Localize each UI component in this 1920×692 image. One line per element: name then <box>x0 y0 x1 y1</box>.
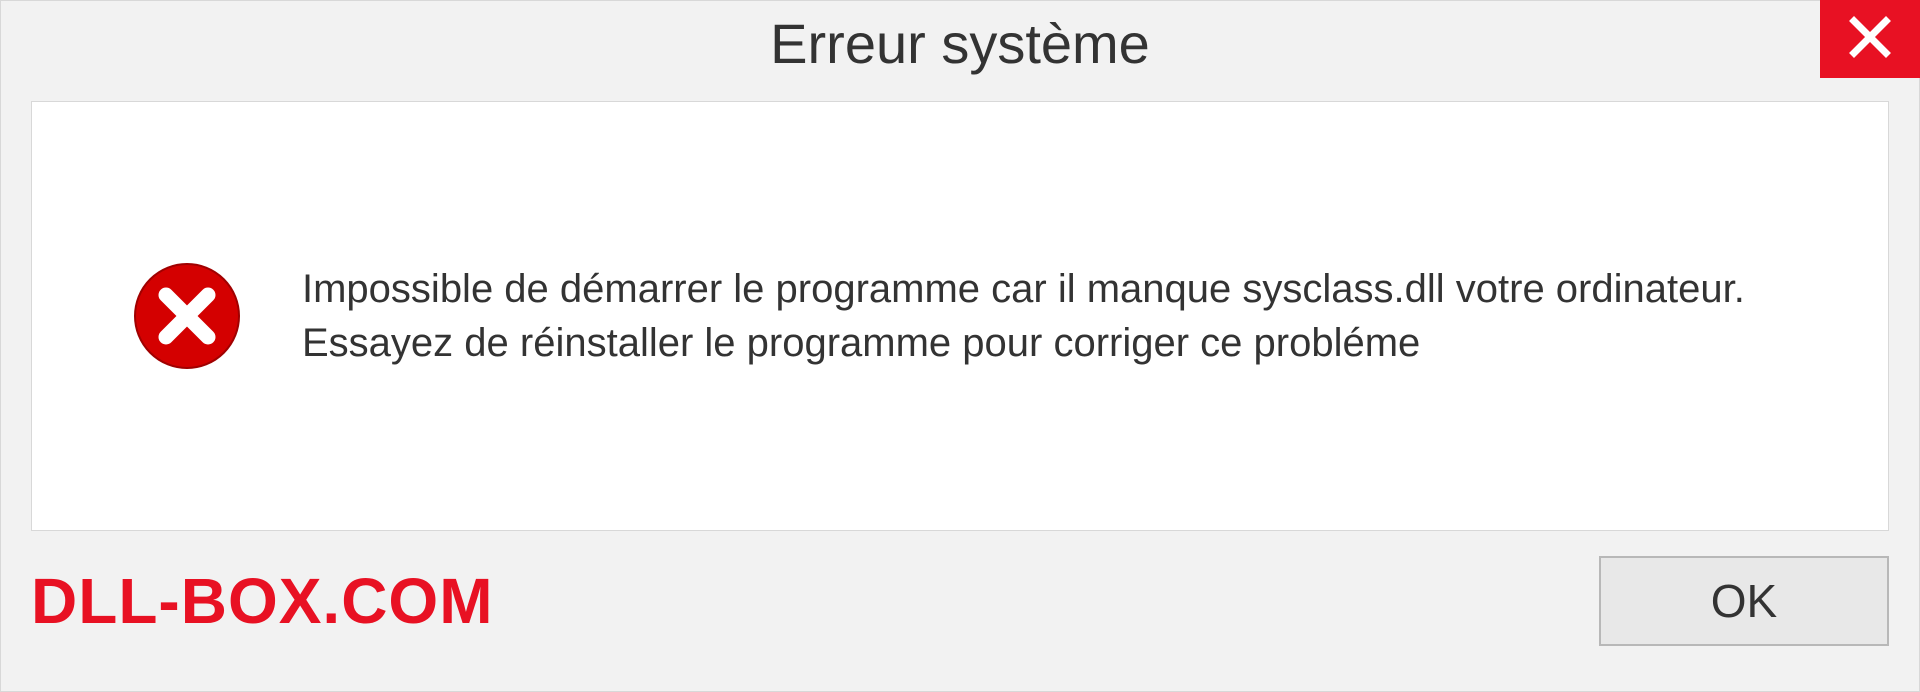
bottom-bar: DLL-BOX.COM OK <box>1 531 1919 691</box>
close-icon <box>1848 15 1892 64</box>
error-icon <box>132 261 242 371</box>
title-bar: Erreur système <box>1 1 1919 91</box>
content-area: Impossible de démarrer le programme car … <box>31 101 1889 531</box>
error-message: Impossible de démarrer le programme car … <box>302 262 1808 370</box>
error-dialog: Erreur système Impossible de démarrer le… <box>0 0 1920 692</box>
watermark-text: DLL-BOX.COM <box>31 564 494 638</box>
dialog-title: Erreur système <box>770 11 1150 76</box>
close-button[interactable] <box>1820 0 1920 78</box>
ok-button[interactable]: OK <box>1599 556 1889 646</box>
